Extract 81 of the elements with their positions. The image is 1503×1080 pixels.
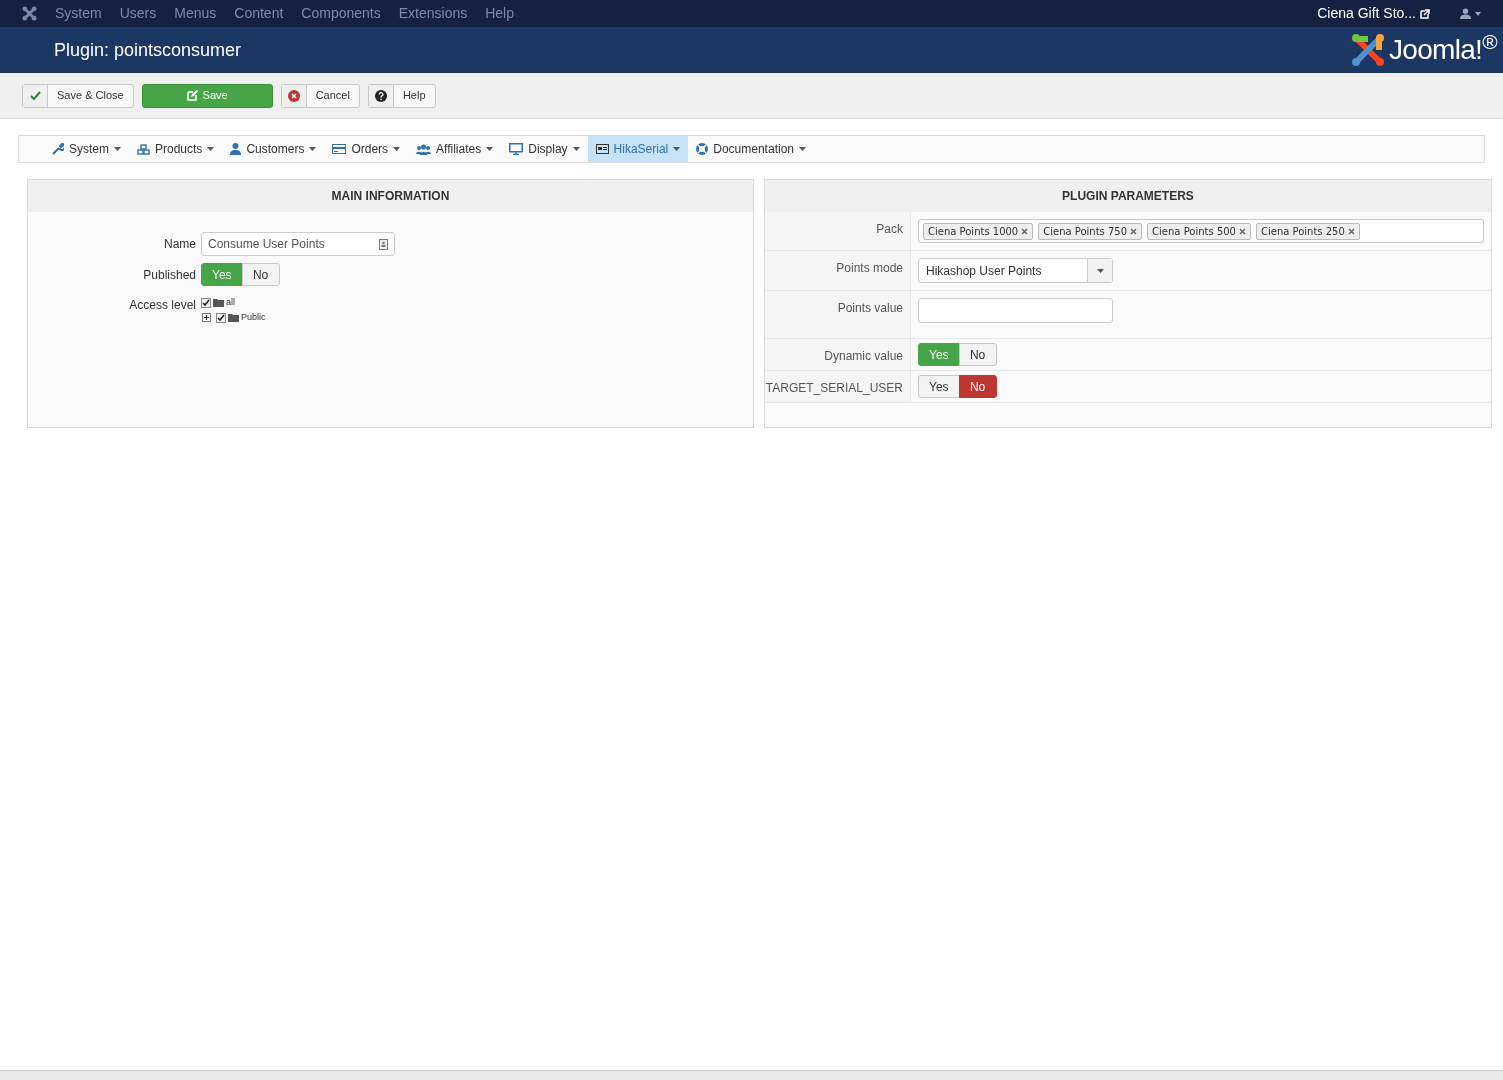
field-label: Points value bbox=[765, 291, 911, 338]
edit-icon bbox=[186, 90, 198, 101]
tag[interactable]: Ciena Points 500 bbox=[1147, 222, 1251, 240]
caret-icon bbox=[572, 147, 580, 151]
users-icon bbox=[416, 143, 432, 155]
caret-icon bbox=[114, 147, 121, 151]
expand-icon[interactable] bbox=[202, 313, 211, 322]
submenu-item[interactable]: Customers bbox=[222, 136, 325, 162]
submenu-item[interactable]: Orders bbox=[324, 136, 409, 162]
field-label: Dynamic value bbox=[765, 339, 911, 370]
caret-icon bbox=[393, 147, 401, 151]
toolbar-button[interactable]: Help bbox=[367, 83, 436, 108]
field-label: Published bbox=[142, 267, 196, 284]
panel-title: PLUGIN PARAMETERS bbox=[765, 180, 1491, 212]
tree-label[interactable]: all bbox=[226, 295, 235, 310]
menu-item[interactable]: Users bbox=[119, 3, 157, 24]
contact-card-icon bbox=[379, 238, 388, 250]
toggle-option[interactable]: No bbox=[958, 343, 997, 366]
submenu-item[interactable]: Display bbox=[501, 136, 588, 162]
caret-icon bbox=[1475, 11, 1481, 16]
caret-icon bbox=[309, 147, 317, 151]
tag[interactable]: Ciena Points 250 bbox=[1256, 222, 1360, 240]
menu-item[interactable]: Content bbox=[234, 3, 284, 24]
close-icon[interactable] bbox=[1347, 227, 1355, 235]
caret-icon bbox=[1096, 268, 1104, 273]
tag[interactable]: Ciena Points 1000 bbox=[923, 222, 1034, 240]
check-icon bbox=[29, 90, 41, 101]
submenu-item[interactable]: Products bbox=[129, 136, 223, 162]
field-label: TARGET_SERIAL_USER bbox=[765, 371, 911, 402]
cubes-icon bbox=[137, 143, 150, 155]
close-icon[interactable] bbox=[1239, 227, 1246, 235]
panel-title: MAIN INFORMATION bbox=[28, 180, 753, 212]
field-label: Points mode bbox=[765, 251, 911, 290]
text-field[interactable] bbox=[918, 298, 1113, 323]
checkbox[interactable] bbox=[216, 312, 226, 323]
joomla-icon[interactable] bbox=[22, 6, 37, 21]
external-link-icon bbox=[1420, 8, 1430, 19]
field-label: Name bbox=[163, 236, 196, 253]
submenu-item[interactable]: Affiliates bbox=[408, 136, 502, 162]
folder-icon bbox=[228, 313, 239, 322]
wrench-icon bbox=[52, 143, 64, 155]
submenu-item[interactable]: Documentation bbox=[688, 136, 814, 162]
cancel-icon bbox=[287, 89, 300, 102]
close-icon[interactable] bbox=[1130, 227, 1138, 235]
toggle-option[interactable]: No bbox=[958, 375, 997, 398]
toolbar-button[interactable]: Cancel bbox=[280, 83, 360, 108]
card-icon bbox=[332, 144, 347, 154]
monitor-icon bbox=[509, 143, 524, 155]
caret-icon bbox=[207, 147, 215, 151]
user-menu[interactable] bbox=[1460, 8, 1481, 19]
caret-icon bbox=[673, 147, 681, 151]
field-label: Access level bbox=[128, 297, 196, 314]
dropdown[interactable]: Hikashop User Points bbox=[918, 258, 1113, 283]
close-icon[interactable] bbox=[1021, 227, 1029, 235]
folder-icon bbox=[213, 298, 224, 307]
menu-item[interactable]: Help bbox=[485, 3, 514, 24]
caret-icon bbox=[799, 147, 806, 151]
toggle-option[interactable]: Yes bbox=[918, 375, 960, 398]
card-icon bbox=[595, 144, 609, 154]
menu-item[interactable]: Menus bbox=[174, 3, 217, 24]
menu-item[interactable]: Components bbox=[301, 3, 381, 24]
tree-label[interactable]: Public bbox=[241, 310, 266, 325]
user-icon bbox=[230, 143, 242, 155]
toggle-option[interactable]: No bbox=[241, 263, 280, 286]
user-icon bbox=[1460, 8, 1471, 19]
tag-field[interactable]: Ciena Points 1000 Ciena Points 750 Ciena Points 500 Ciena Points 250 bbox=[918, 219, 1484, 243]
submenu-item[interactable]: System bbox=[44, 136, 129, 162]
joomla-logo: Joomla!$^{®}$ bbox=[1351, 29, 1497, 71]
submenu-item[interactable]: HikaSerial bbox=[587, 136, 689, 162]
page-title: Plugin: pointsconsumer bbox=[54, 38, 242, 62]
caret-icon bbox=[486, 147, 494, 151]
site-link[interactable]: Ciena Gift Sto... bbox=[1317, 3, 1416, 24]
toolbar-button[interactable]: Save & Close bbox=[22, 83, 134, 108]
field-label: Pack bbox=[765, 212, 911, 250]
name-field[interactable]: Consume User Points bbox=[201, 232, 395, 256]
help-icon bbox=[374, 89, 387, 102]
menu-item[interactable]: System bbox=[55, 3, 102, 24]
tag[interactable]: Ciena Points 750 bbox=[1038, 222, 1143, 240]
lifebuoy-icon bbox=[696, 143, 709, 155]
checkbox[interactable] bbox=[201, 297, 211, 308]
menu-item[interactable]: Extensions bbox=[398, 3, 468, 24]
